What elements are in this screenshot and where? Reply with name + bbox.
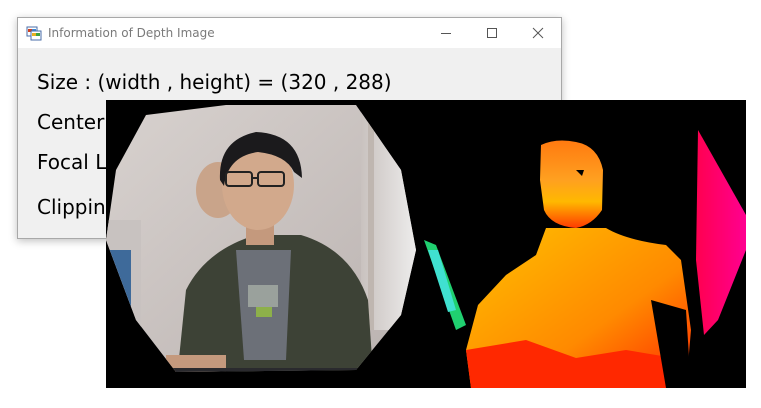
depth-map-image bbox=[424, 130, 746, 388]
center-label: Center bbox=[37, 110, 105, 134]
close-icon bbox=[532, 27, 544, 39]
maximize-button[interactable] bbox=[469, 18, 515, 48]
app-window-icon bbox=[26, 25, 42, 41]
window-titlebar[interactable]: Information of Depth Image bbox=[18, 18, 561, 48]
close-button[interactable] bbox=[515, 18, 561, 48]
minimize-icon bbox=[441, 33, 451, 34]
window-title: Information of Depth Image bbox=[48, 26, 215, 40]
image-viewer-panel bbox=[106, 100, 746, 388]
size-label: Size : (width , height) = (320 , 288) bbox=[37, 70, 392, 94]
desktop-stage: Information of Depth Image Size : (width… bbox=[0, 0, 761, 408]
image-canvas bbox=[106, 105, 746, 388]
maximize-icon bbox=[487, 28, 497, 38]
focal-length-label: Focal L bbox=[37, 150, 107, 174]
minimize-button[interactable] bbox=[423, 18, 469, 48]
color-camera-image bbox=[106, 105, 416, 372]
